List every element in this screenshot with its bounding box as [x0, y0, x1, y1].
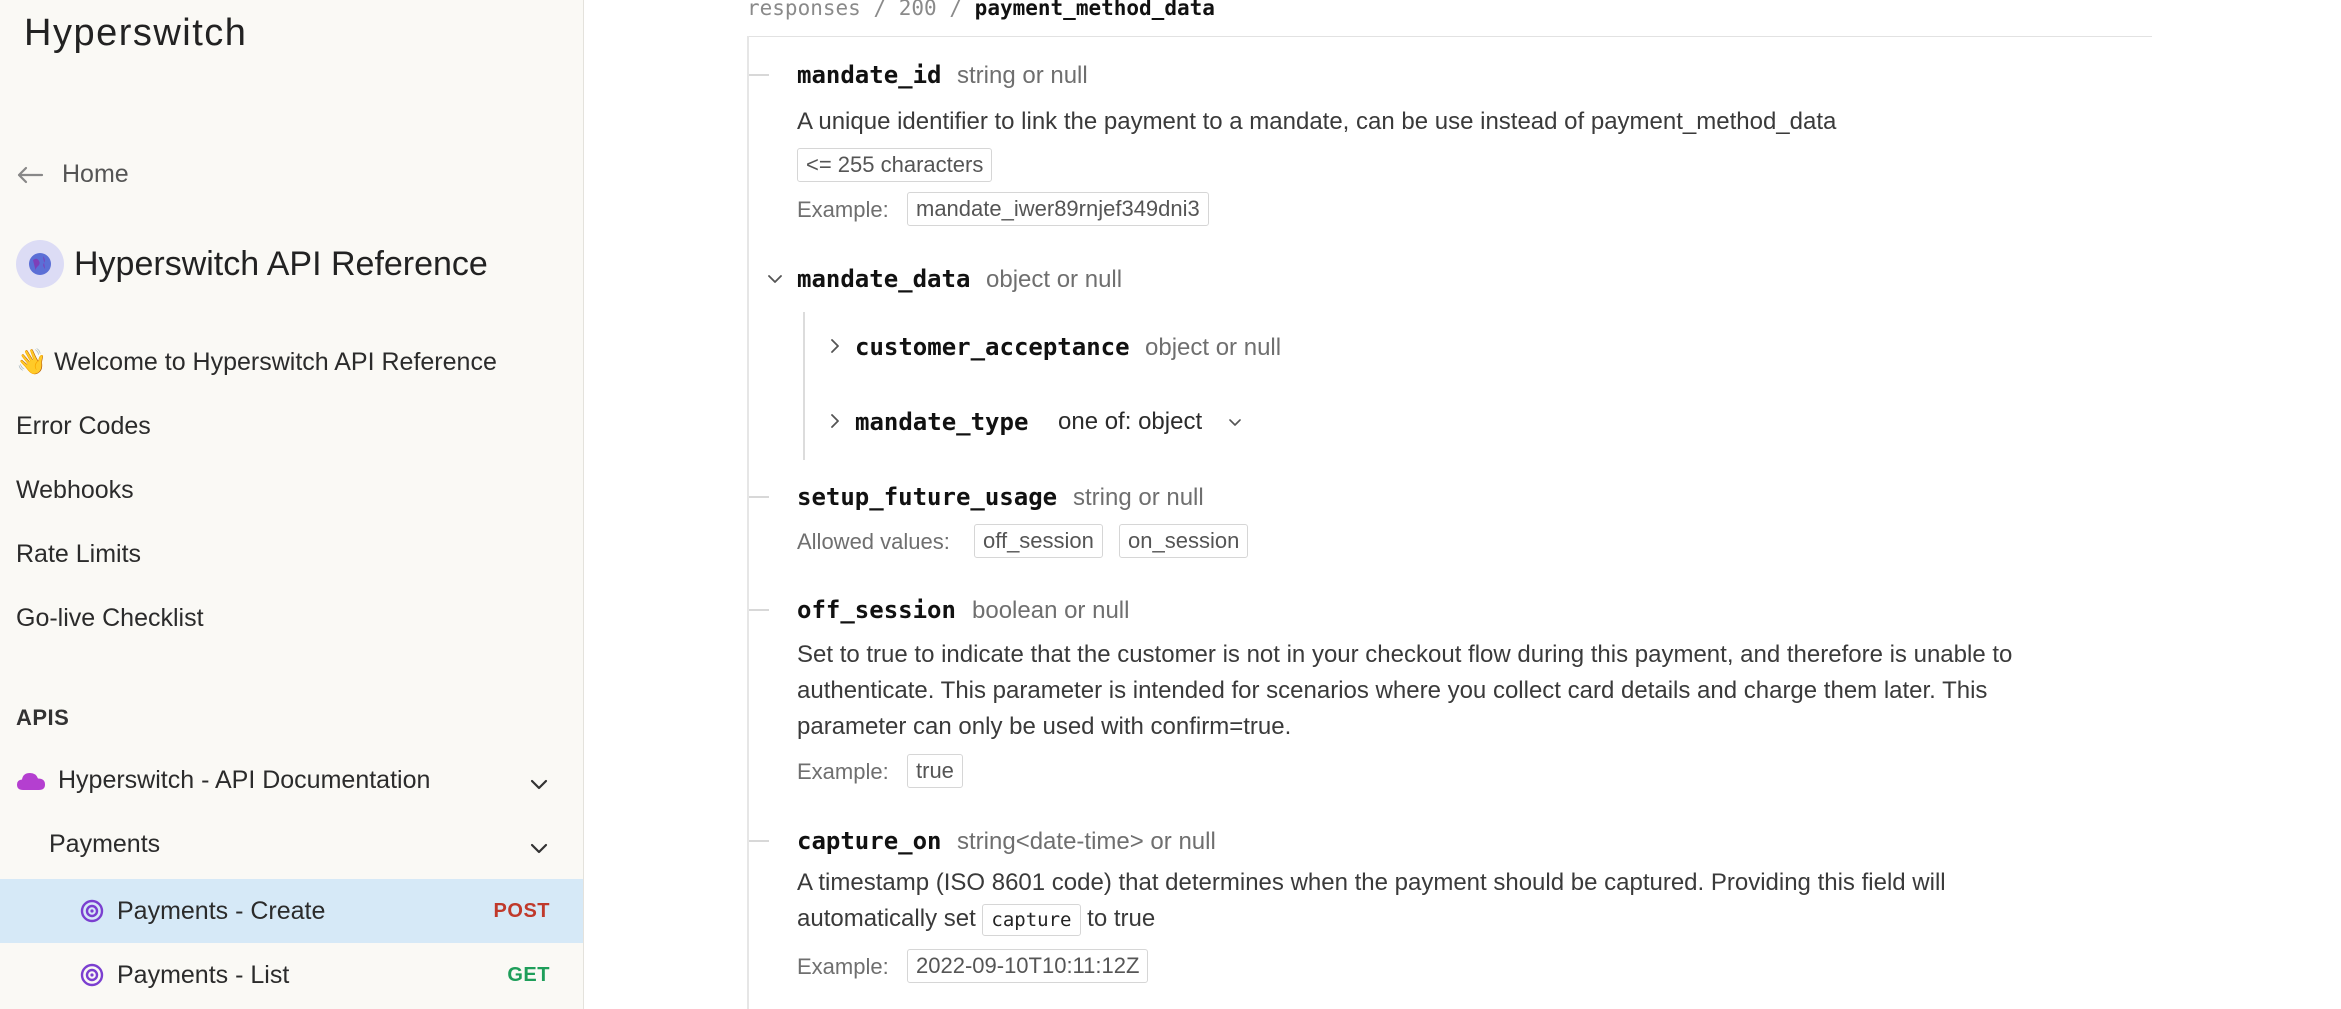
api-reference-header: Hyperswitch API Reference	[16, 240, 488, 288]
description-line: Set to true to indicate that the custome…	[797, 641, 2013, 668]
field-type: string<date-time> or null	[957, 828, 1216, 855]
constraint-badge: <= 255 characters	[797, 148, 993, 182]
field-name-off-session: off_session	[797, 596, 956, 624]
example-label: Example:	[797, 759, 889, 784]
tree-tick	[749, 840, 769, 842]
sidebar-item-payments-list[interactable]: Payments - List GET	[0, 943, 583, 1007]
breadcrumb: responses / 200 / payment_method_data	[747, 0, 1215, 20]
arrow-left-icon	[17, 166, 44, 183]
field-type: string or null	[1073, 484, 1204, 511]
field-type: object or null	[986, 266, 1123, 293]
globe-icon	[16, 240, 64, 288]
breadcrumb-part[interactable]: responses	[747, 0, 861, 20]
field-name-customer-acceptance[interactable]: customer_acceptance	[855, 333, 1130, 361]
tree-guide-line	[747, 36, 749, 1009]
breadcrumb-divider	[747, 36, 2152, 37]
description-line: parameter can only be used with confirm=…	[797, 713, 1292, 740]
allowed-values-label: Allowed values:	[797, 529, 950, 554]
field-type: boolean or null	[972, 597, 1130, 624]
home-link[interactable]: Home	[16, 160, 129, 189]
field-type: object or null	[1145, 334, 1282, 361]
home-label: Home	[62, 160, 129, 188]
sidebar-group-api-documentation[interactable]: Hyperswitch - API Documentation	[16, 766, 556, 795]
method-badge-get: GET	[507, 963, 550, 986]
field-description: A unique identifier to link the payment …	[797, 108, 1837, 135]
chevron-right-icon[interactable]	[828, 339, 842, 353]
field-name-mandate-data[interactable]: mandate_data	[797, 265, 970, 293]
chevron-down-icon[interactable]	[1229, 418, 1241, 428]
api-reference-title: Hyperswitch API Reference	[74, 244, 488, 283]
sidebar-item-rate-limits[interactable]: Rate Limits	[16, 540, 141, 569]
description-text: automatically set	[797, 905, 976, 932]
method-badge-post: POST	[493, 899, 550, 922]
section-label-apis: APIS	[16, 705, 70, 730]
endpoint-target-icon	[80, 899, 104, 923]
endpoint-target-icon	[80, 963, 104, 987]
example-label: Example:	[797, 197, 889, 222]
example-label: Example:	[797, 954, 889, 979]
one-of-selector[interactable]: one of: object	[1058, 408, 1202, 436]
field-name-capture-on: capture_on	[797, 827, 942, 855]
field-name-mandate-id: mandate_id	[797, 61, 942, 89]
sidebar-item-error-codes[interactable]: Error Codes	[16, 412, 151, 441]
allowed-value-chip: off_session	[974, 524, 1103, 558]
breadcrumb-part[interactable]: 200	[899, 0, 937, 20]
description-text: to true	[1087, 905, 1156, 932]
tree-tick	[749, 609, 769, 611]
inline-code: capture	[982, 904, 1081, 936]
field-name-setup-future-usage: setup_future_usage	[797, 483, 1058, 511]
breadcrumb-separator: /	[873, 0, 887, 20]
sidebar-item-webhooks[interactable]: Webhooks	[16, 476, 134, 505]
field-description: A timestamp (ISO 8601 code) that determi…	[797, 865, 2157, 937]
chevron-down-icon[interactable]	[530, 842, 548, 854]
chevron-down-icon[interactable]	[530, 778, 548, 790]
field-description: Set to true to indicate that the custome…	[797, 637, 2157, 745]
example-value: mandate_iwer89rnjef349dni3	[907, 192, 1209, 226]
description-line: automatically set capture to true	[797, 901, 2157, 937]
tree-tick	[749, 74, 769, 76]
endpoint-label: Payments - List	[117, 960, 290, 989]
sidebar: Hyperswitch Home Hyperswitch API Referen…	[0, 0, 584, 1009]
description-line: authenticate. This parameter is intended…	[797, 677, 1988, 704]
description-line: A timestamp (ISO 8601 code) that determi…	[797, 869, 1946, 896]
group-label: Hyperswitch - API Documentation	[58, 766, 431, 794]
breadcrumb-separator: /	[949, 0, 963, 20]
sidebar-item-welcome[interactable]: 👋 Welcome to Hyperswitch API Reference	[16, 348, 497, 377]
sidebar-item-payments[interactable]: Payments	[49, 830, 160, 859]
tree-tick	[749, 496, 769, 498]
cloud-icon	[17, 772, 45, 790]
chevron-down-icon[interactable]	[768, 272, 782, 286]
example-value: 2022-09-10T10:11:12Z	[907, 949, 1149, 983]
sidebar-item-payments-create[interactable]: Payments - Create POST	[0, 879, 583, 943]
example-value: true	[907, 754, 963, 788]
nested-guide-line	[803, 312, 805, 460]
field-name-mandate-type[interactable]: mandate_type	[855, 408, 1028, 436]
allowed-value-chip: on_session	[1119, 524, 1249, 558]
brand-logo-text[interactable]: Hyperswitch	[24, 12, 247, 55]
breadcrumb-current: payment_method_data	[974, 0, 1215, 20]
endpoint-label: Payments - Create	[117, 896, 326, 925]
field-type: string or null	[957, 62, 1088, 89]
sidebar-item-go-live-checklist[interactable]: Go-live Checklist	[16, 604, 204, 633]
main-content: responses / 200 / payment_method_data ma…	[585, 0, 2341, 1009]
chevron-right-icon[interactable]	[828, 414, 842, 428]
